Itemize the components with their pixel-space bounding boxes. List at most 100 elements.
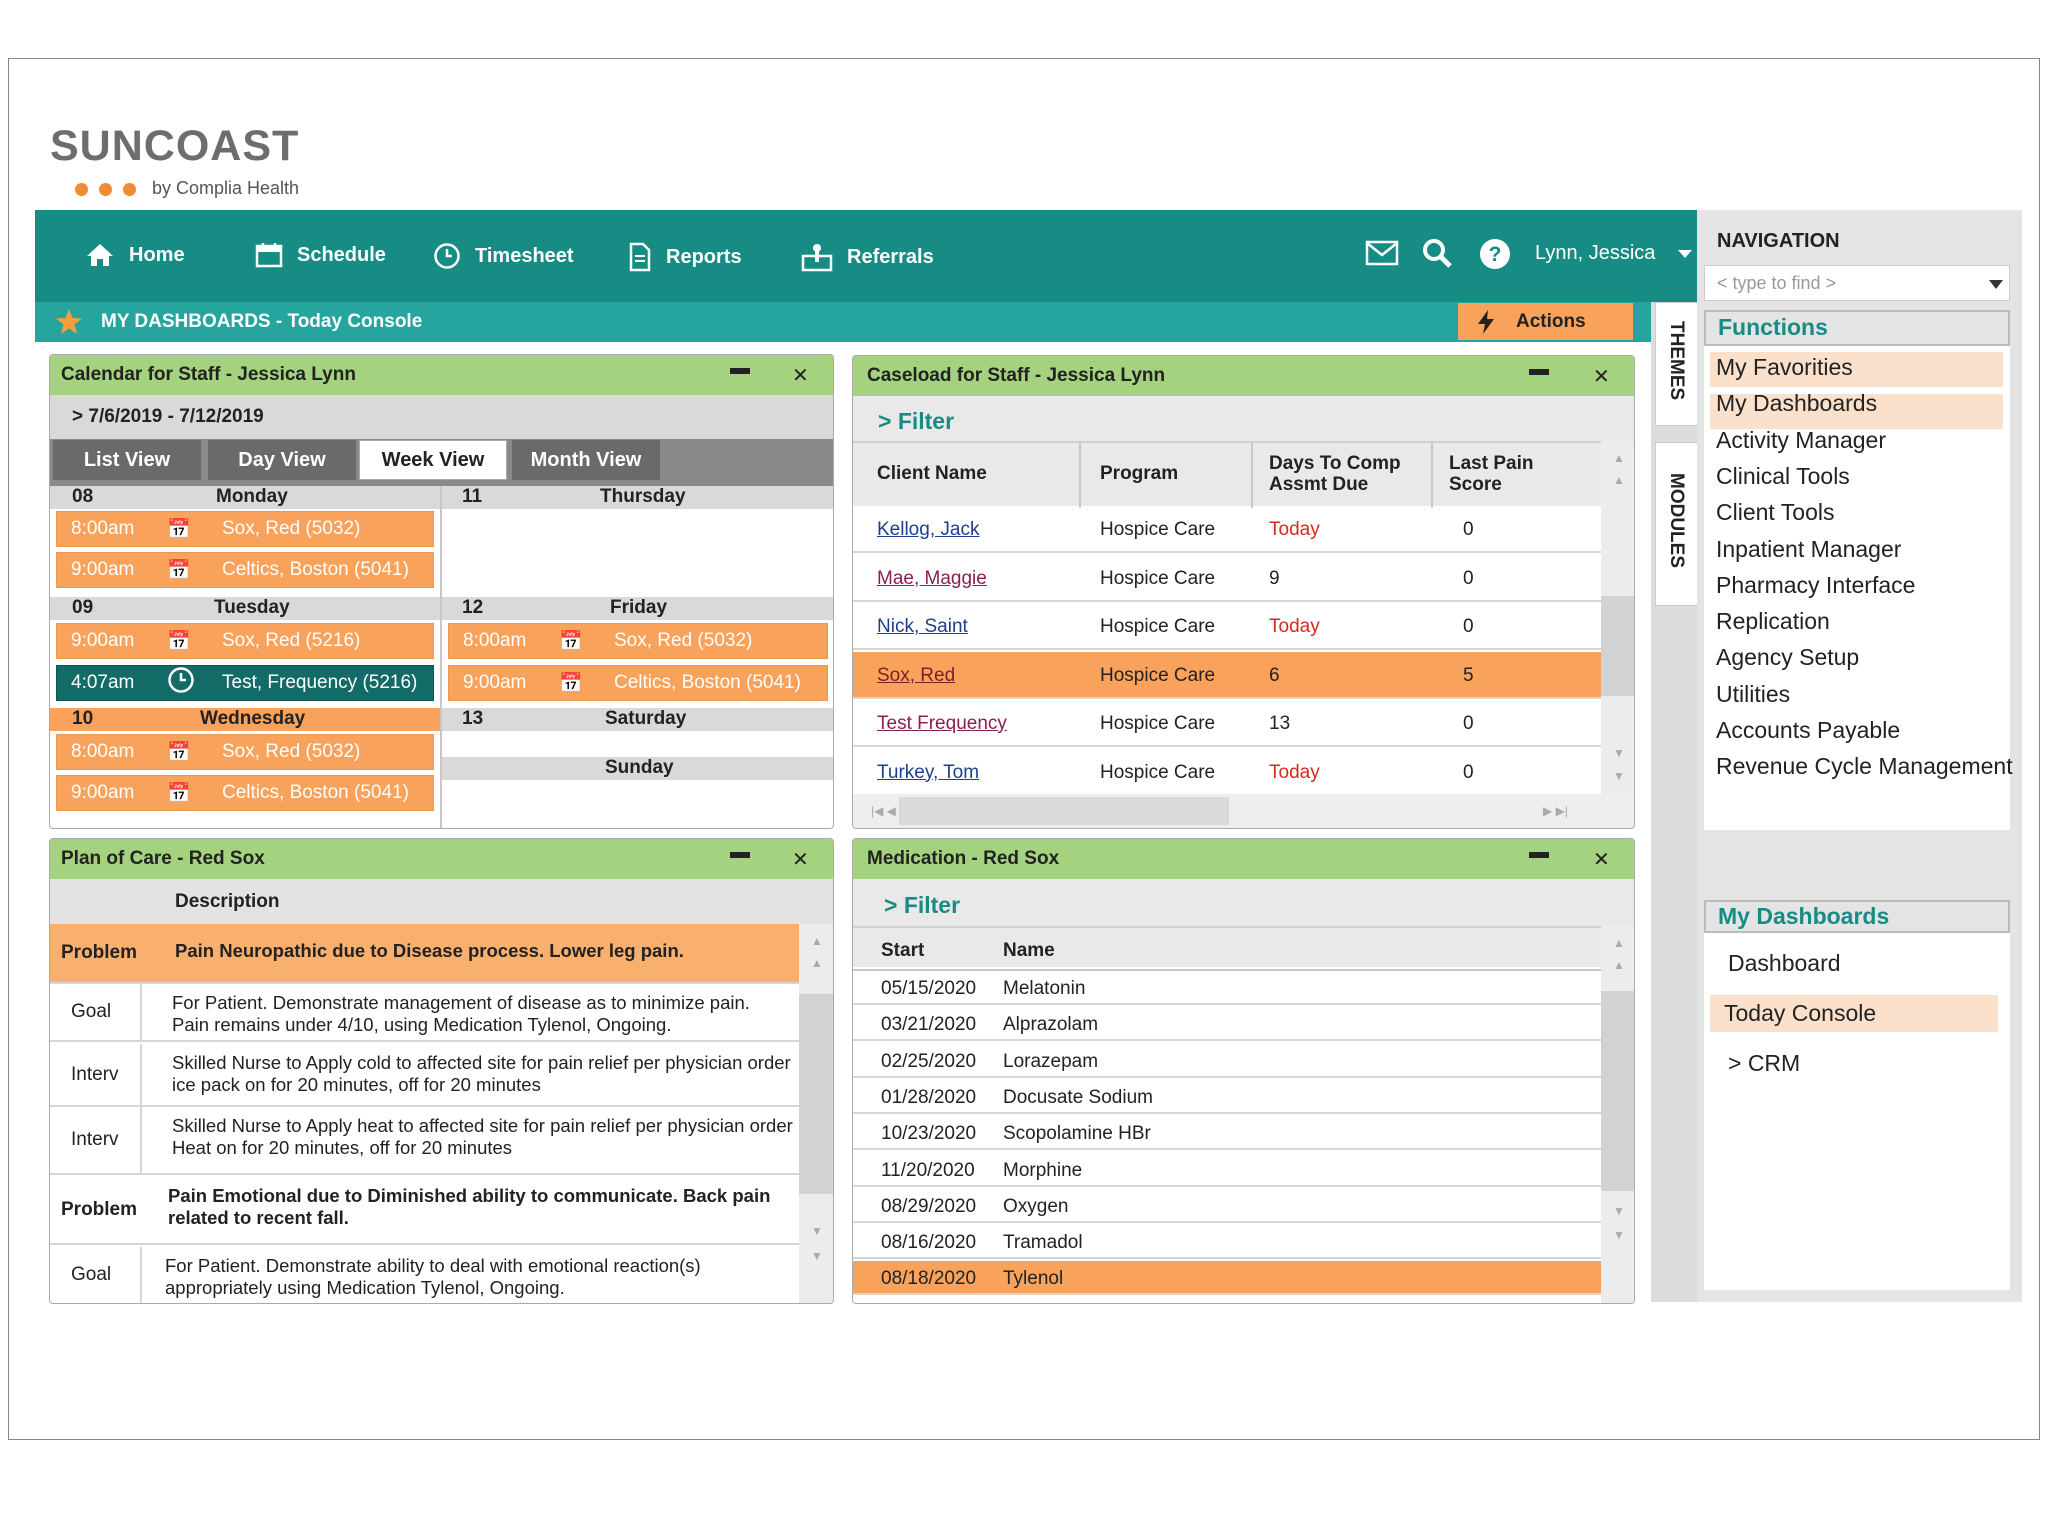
- actions-button[interactable]: Actions: [1458, 303, 1633, 340]
- table-row[interactable]: 03/21/2020 Alprazolam: [853, 1007, 1601, 1042]
- client-name-link[interactable]: Mae, Maggie: [877, 568, 987, 590]
- nav-function-item[interactable]: Agency Setup: [1716, 644, 1859, 671]
- search-icon[interactable]: [1421, 237, 1453, 269]
- tab-week-view[interactable]: Week View: [359, 440, 507, 480]
- table-row[interactable]: Interv Skilled Nurse to Apply cold to aff…: [50, 1044, 799, 1107]
- close-icon[interactable]: ✕: [1593, 847, 1610, 872]
- help-icon[interactable]: ?: [1479, 238, 1511, 270]
- close-icon[interactable]: ✕: [1593, 364, 1610, 389]
- nav-function-item[interactable]: My Dashboards: [1716, 390, 1877, 417]
- nav-function-item[interactable]: Activity Manager: [1716, 427, 1886, 454]
- program-cell: Hospice Care: [1100, 519, 1216, 540]
- calendar-entry[interactable]: 9:00am 📅 Sox, Red (5216): [56, 623, 434, 659]
- table-row[interactable]: Turkey, Tom Hospice Care Today 0: [853, 749, 1601, 796]
- plan-panel-title: Plan of Care - Red Sox: [61, 848, 265, 869]
- mail-icon[interactable]: [1365, 240, 1399, 266]
- nav-function-item[interactable]: My Favorities: [1716, 354, 1853, 381]
- actions-label: Actions: [1516, 310, 1586, 332]
- calendar-entry[interactable]: 9:00am 📅 Celtics, Boston (5041): [56, 775, 434, 811]
- table-row[interactable]: Goal For Patient. Demonstrate management …: [50, 984, 799, 1042]
- nav-function-item[interactable]: Accounts Payable: [1716, 717, 1900, 744]
- medication-name-cell: Scopolamine HBr: [1003, 1123, 1151, 1145]
- nav-dashboard-item[interactable]: > CRM: [1728, 1050, 1800, 1077]
- table-row[interactable]: Nick, Saint Hospice Care Today 0: [853, 603, 1601, 650]
- nav-reports[interactable]: Reports: [628, 242, 742, 272]
- navigation-search-input[interactable]: < type to find >: [1704, 265, 2010, 301]
- calendar-entry[interactable]: 4:07am Test, Frequency (5216): [56, 665, 434, 701]
- vertical-scrollbar[interactable]: ▲ ▲ ▼ ▼: [799, 924, 833, 1303]
- table-row[interactable]: Mae, Maggie Hospice Care 9 0: [853, 555, 1601, 602]
- minimize-icon[interactable]: ▬: [730, 357, 750, 380]
- minimize-icon[interactable]: ▬: [1529, 841, 1549, 864]
- caseload-panel-header: Caseload for Staff - Jessica Lynn ▬ ✕: [853, 356, 1634, 396]
- nav-function-item[interactable]: Pharmacy Interface: [1716, 572, 1915, 599]
- calendar-panel-header: Calendar for Staff - Jessica Lynn ▬ ✕: [50, 355, 833, 395]
- nav-schedule[interactable]: Schedule: [255, 242, 386, 268]
- calendar-entry[interactable]: 8:00am 📅 Sox, Red (5032): [56, 734, 434, 770]
- plan-description-line2: Pain remains under 4/10, using Medicatio…: [172, 1014, 672, 1035]
- tab-themes[interactable]: THEMES: [1655, 302, 1697, 426]
- medication-filter[interactable]: > Filter: [853, 879, 1634, 924]
- tab-list-view[interactable]: List View: [53, 440, 201, 480]
- date-range[interactable]: > 7/6/2019 - 7/12/2019: [50, 395, 833, 439]
- client-name-link[interactable]: Turkey, Tom: [877, 762, 979, 784]
- nav-function-item[interactable]: Clinical Tools: [1716, 463, 1850, 490]
- plan-type-cell: Goal: [71, 1264, 112, 1285]
- client-name-link[interactable]: Nick, Saint: [877, 616, 968, 638]
- star-icon[interactable]: [55, 308, 83, 335]
- table-row[interactable]: Problem Pain Neuropathic due to Disease p…: [50, 924, 799, 984]
- table-row[interactable]: Sox, Red Hospice Care 6 5: [853, 651, 1601, 699]
- table-row[interactable]: Problem Pain Emotional due to Diminished …: [50, 1177, 799, 1245]
- day-header-tue: 09 Tuesday: [50, 597, 440, 620]
- horizontal-scrollbar[interactable]: |◀ ◀ ▶ ▶|: [853, 794, 1634, 828]
- my-dashboards-heading[interactable]: My Dashboards: [1704, 900, 2010, 933]
- calendar-entry[interactable]: 9:00am 📅 Celtics, Boston (5041): [56, 552, 434, 588]
- table-row[interactable]: Interv Skilled Nurse to Apply heat to aff…: [50, 1107, 799, 1175]
- client-name-link[interactable]: Kellog, Jack: [877, 519, 979, 541]
- close-icon[interactable]: ✕: [792, 363, 809, 388]
- medication-name-cell: Oxygen: [1003, 1195, 1069, 1217]
- plan-description-line1: Pain Neuropathic due to Disease process.…: [175, 940, 684, 961]
- nav-referrals[interactable]: Referrals: [801, 242, 934, 272]
- nav-reports-label: Reports: [666, 245, 742, 268]
- client-name-link[interactable]: Test Frequency: [877, 713, 1007, 735]
- nav-function-item[interactable]: Inpatient Manager: [1716, 536, 1901, 563]
- client-name-link[interactable]: Sox, Red: [877, 665, 955, 687]
- minimize-icon[interactable]: ▬: [1529, 358, 1549, 381]
- nav-dashboard-item[interactable]: Today Console: [1724, 1000, 1876, 1027]
- table-row[interactable]: 08/16/2020 Tramadol: [853, 1225, 1601, 1260]
- nav-function-item[interactable]: Client Tools: [1716, 499, 1834, 526]
- functions-heading[interactable]: Functions: [1704, 310, 2010, 346]
- nav-dashboard-item[interactable]: Dashboard: [1728, 950, 1841, 977]
- table-row[interactable]: 11/20/2020 Morphine: [853, 1153, 1601, 1187]
- tab-modules[interactable]: MODULES: [1655, 442, 1697, 606]
- table-row[interactable]: 05/15/2020 Melatonin: [853, 971, 1601, 1005]
- table-row[interactable]: 02/25/2020 Lorazepam: [853, 1044, 1601, 1078]
- tab-month-view[interactable]: Month View: [512, 440, 660, 480]
- nav-home[interactable]: Home: [85, 242, 185, 268]
- table-row[interactable]: Kellog, Jack Hospice Care Today 0: [853, 506, 1601, 553]
- nav-function-item[interactable]: Revenue Cycle Management: [1716, 753, 2013, 780]
- table-row[interactable]: Test Frequency Hospice Care 13 0: [853, 700, 1601, 747]
- table-row[interactable]: 01/28/2020 Docusate Sodium: [853, 1080, 1601, 1114]
- user-menu[interactable]: Lynn, Jessica: [1535, 242, 1707, 265]
- vertical-scrollbar[interactable]: ▲ ▲ ▼ ▼: [1601, 926, 1634, 1303]
- table-row[interactable]: 10/23/2020 Scopolamine HBr: [853, 1116, 1601, 1151]
- table-row[interactable]: Goal For Patient. Demonstrate ability to …: [50, 1247, 799, 1303]
- day-header-thu: 11 Thursday: [440, 486, 833, 509]
- table-row[interactable]: 08/18/2020 Tylenol: [853, 1261, 1601, 1296]
- minimize-icon[interactable]: ▬: [730, 841, 750, 864]
- vertical-scrollbar[interactable]: ▲ ▲ ▼ ▼: [1601, 441, 1634, 794]
- calendar-entry[interactable]: 8:00am 📅 Sox, Red (5032): [56, 511, 434, 547]
- caseload-filter[interactable]: > Filter: [853, 396, 1634, 441]
- navigation-heading: NAVIGATION: [1717, 230, 1840, 252]
- table-row[interactable]: 08/29/2020 Oxygen: [853, 1189, 1601, 1223]
- calendar-entry[interactable]: 8:00am 📅 Sox, Red (5032): [448, 623, 828, 659]
- calendar-entry[interactable]: 9:00am 📅 Celtics, Boston (5041): [448, 665, 828, 701]
- tab-day-view[interactable]: Day View: [208, 440, 356, 480]
- nav-function-item[interactable]: Utilities: [1716, 681, 1790, 708]
- nav-home-label: Home: [129, 243, 185, 266]
- nav-function-item[interactable]: Replication: [1716, 608, 1830, 635]
- close-icon[interactable]: ✕: [792, 847, 809, 872]
- nav-timesheet[interactable]: Timesheet: [433, 242, 574, 270]
